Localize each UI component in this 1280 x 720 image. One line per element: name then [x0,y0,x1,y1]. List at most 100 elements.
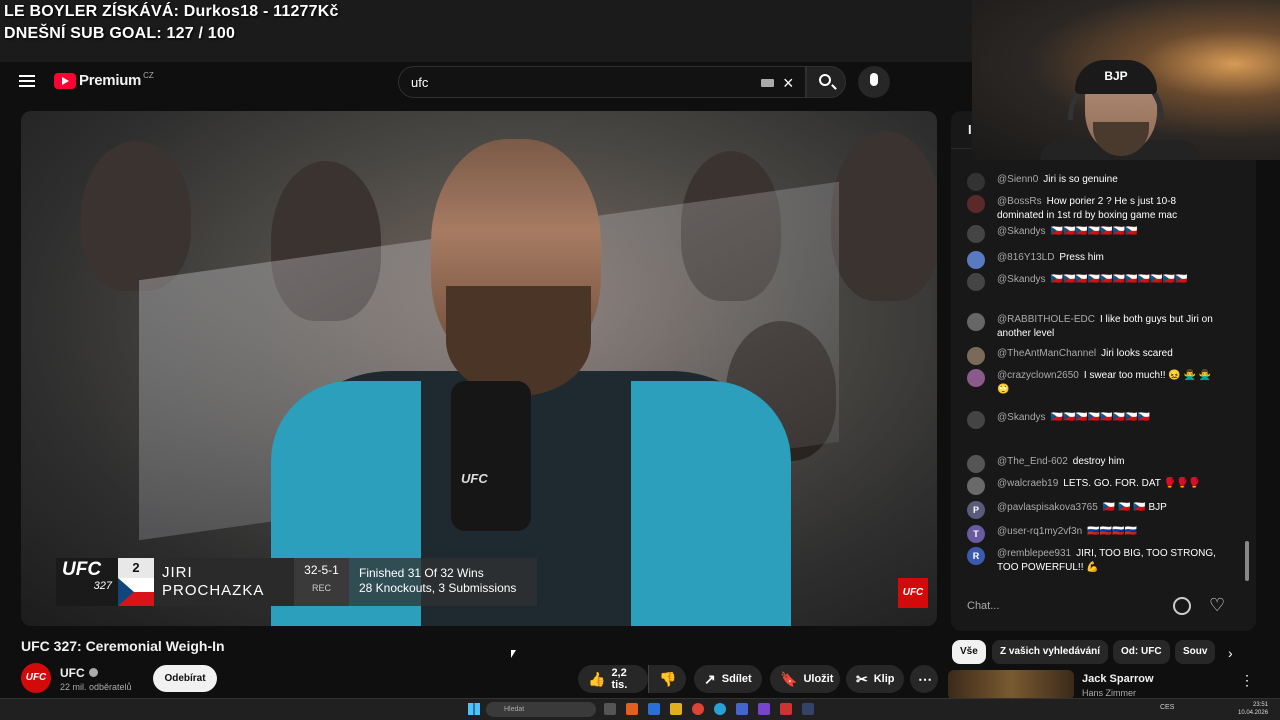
chat-avatar[interactable]: R [967,547,985,565]
chat-username[interactable]: @walcraeb19 [997,478,1058,489]
logo-text: Premium [79,72,142,89]
microphone [451,381,531,531]
chat-avatar[interactable] [967,411,985,429]
subscribe-button[interactable]: Odebírat [153,665,217,692]
chat-avatar[interactable] [967,173,985,191]
chat-message: @816Y13LD Press him [967,251,1217,269]
fighter-beard [446,286,591,396]
steam-icon[interactable] [802,703,814,715]
taskbar-clock[interactable]: 23:51 10.04.2026 [1238,701,1268,717]
scissors-icon: ✂ [856,671,868,687]
share-icon: ↗ [704,671,716,687]
tray-language[interactable]: CES [1160,704,1174,711]
task-view-icon[interactable] [604,703,616,715]
fighter-stats: Finished 31 Of 32 Wins 28 Knockouts, 3 S… [349,558,537,606]
share-button[interactable]: ↗ Sdílet [694,665,762,693]
clear-search-icon[interactable]: × [783,73,794,94]
chat-avatar[interactable] [967,195,985,213]
emoji-icon[interactable] [1173,597,1191,615]
app-icon[interactable] [648,703,660,715]
chat-scrollbar[interactable] [1245,541,1249,581]
menu-icon[interactable] [19,75,35,87]
chat-text: 🇨🇿🇨🇿🇨🇿🇨🇿🇨🇿🇨🇿🇨🇿🇨🇿 [1050,412,1151,423]
chat-avatar[interactable] [967,225,985,243]
voice-search-button[interactable] [858,66,890,98]
app-icon[interactable] [780,703,792,715]
app-icon[interactable] [758,703,770,715]
chat-message-body: @user-rq1my2vf3n 🇷🇺🇷🇺🇷🇺🇷🇺 [997,525,1217,543]
fighter-name: JIRI PROCHAZKA [154,558,294,606]
edge-icon[interactable] [714,703,726,715]
chat-username[interactable]: @crazyclown2650 [997,370,1079,381]
keyboard-icon[interactable] [761,79,774,87]
chat-avatar[interactable]: P [967,501,985,519]
search-input[interactable]: ufc × [398,66,806,98]
background-person [831,131,937,301]
save-button[interactable]: 🔖 Uložit [770,665,840,693]
clip-button[interactable]: ✂ Klip [846,665,904,693]
chat-username[interactable]: @BossRs [997,196,1042,207]
chat-message-body: @Skandys 🇨🇿🇨🇿🇨🇿🇨🇿🇨🇿🇨🇿🇨🇿🇨🇿 [997,411,1217,429]
chat-message-body: @Skandys 🇨🇿🇨🇿🇨🇿🇨🇿🇨🇿🇨🇿🇨🇿🇨🇿🇨🇿🇨🇿🇨🇿 [997,273,1217,291]
search-button[interactable] [806,66,846,98]
channel-avatar[interactable]: UFC [21,663,51,693]
app-icon[interactable] [626,703,638,715]
subscriber-count: 22 mil. odběratelů [60,682,132,692]
chat-avatar[interactable] [967,455,985,473]
recommendation-title[interactable]: Jack Sparrow [1082,673,1154,685]
chat-avatar[interactable] [967,313,985,331]
chat-username[interactable]: @816Y13LD [997,252,1054,263]
chat-message: @The_End-602 destroy him [967,455,1217,473]
chat-username[interactable]: @The_End-602 [997,456,1068,467]
chat-message: @crazyclown2650 I swear too much!! 😖 🙅‍♂️… [967,369,1217,397]
chip-from-ufc[interactable]: Od: UFC [1113,640,1170,664]
chat-avatar[interactable] [967,251,985,269]
chat-message-body: @Skandys 🇨🇿🇨🇿🇨🇿🇨🇿🇨🇿🇨🇿🇨🇿 [997,225,1217,243]
chat-text: 🇨🇿 🇨🇿 🇨🇿 BJP [1102,502,1167,513]
folder-icon[interactable] [670,703,682,715]
chat-username[interactable]: @user-rq1my2vf3n [997,526,1082,537]
chip-from-searches[interactable]: Z vašich vyhledávání [992,640,1109,664]
chat-avatar[interactable] [967,347,985,365]
youtube-logo[interactable]: Premium CZ [54,71,154,89]
chat-avatar[interactable] [967,273,985,291]
chat-username[interactable]: @TheAntManChannel [997,348,1096,359]
chip-all[interactable]: Vše [952,640,986,664]
chat-avatar[interactable]: T [967,525,985,543]
chat-username[interactable]: @Skandys [997,226,1046,237]
recommendation-thumbnail[interactable] [948,670,1074,700]
chat-avatar[interactable] [967,477,985,495]
windows-start-icon[interactable] [468,703,480,715]
chat-message: @Skandys 🇨🇿🇨🇿🇨🇿🇨🇿🇨🇿🇨🇿🇨🇿 [967,225,1217,243]
chat-message: @BossRs How porier 2 ? He s just 10-8 dom… [967,195,1217,223]
more-actions-button[interactable]: ⋯ [910,665,938,693]
chat-username[interactable]: @RABBITHOLE-EDC [997,314,1095,325]
chat-text: destroy him [1072,456,1125,467]
chat-avatar[interactable] [967,369,985,387]
dislike-button[interactable]: 👎 [648,665,686,693]
chat-message: @RABBITHOLE-EDC I like both guys but Jiri… [967,313,1217,341]
chat-username[interactable]: @remblepee931 [997,548,1071,559]
search-icon [819,74,831,86]
taskbar-search[interactable]: Hledat [486,702,596,717]
like-button[interactable]: 👍 2,2 tis. [578,665,648,693]
fighter-rank: 2 [118,558,154,578]
video-player[interactable]: UFC UFC 327 2 JIRI PROCHAZKA 32-5-1 REC F… [21,111,937,626]
chevron-right-icon[interactable]: › [1228,645,1233,661]
youtube-play-icon [54,72,76,89]
heart-icon[interactable]: ♡ [1209,595,1225,616]
more-vert-icon[interactable]: ⋮ [1240,672,1254,689]
app-icon[interactable] [736,703,748,715]
channel-name[interactable]: UFC [60,666,98,680]
chat-username[interactable]: @pavlaspisakova3765 [997,502,1098,513]
chat-username[interactable]: @Skandys [997,412,1046,423]
chat-text: 🇨🇿🇨🇿🇨🇿🇨🇿🇨🇿🇨🇿🇨🇿🇨🇿🇨🇿🇨🇿🇨🇿 [1050,274,1188,285]
chip-related[interactable]: Souv [1175,640,1215,664]
chat-username[interactable]: @Sienn0 [997,174,1038,185]
chat-username[interactable]: @Skandys [997,274,1046,285]
chat-text: 🇷🇺🇷🇺🇷🇺🇷🇺 [1087,526,1137,537]
fighter-jacket-right [631,381,791,626]
chat-message-body: @The_End-602 destroy him [997,455,1217,473]
chat-input[interactable]: Chat... [967,594,1177,618]
chrome-icon[interactable] [692,703,704,715]
